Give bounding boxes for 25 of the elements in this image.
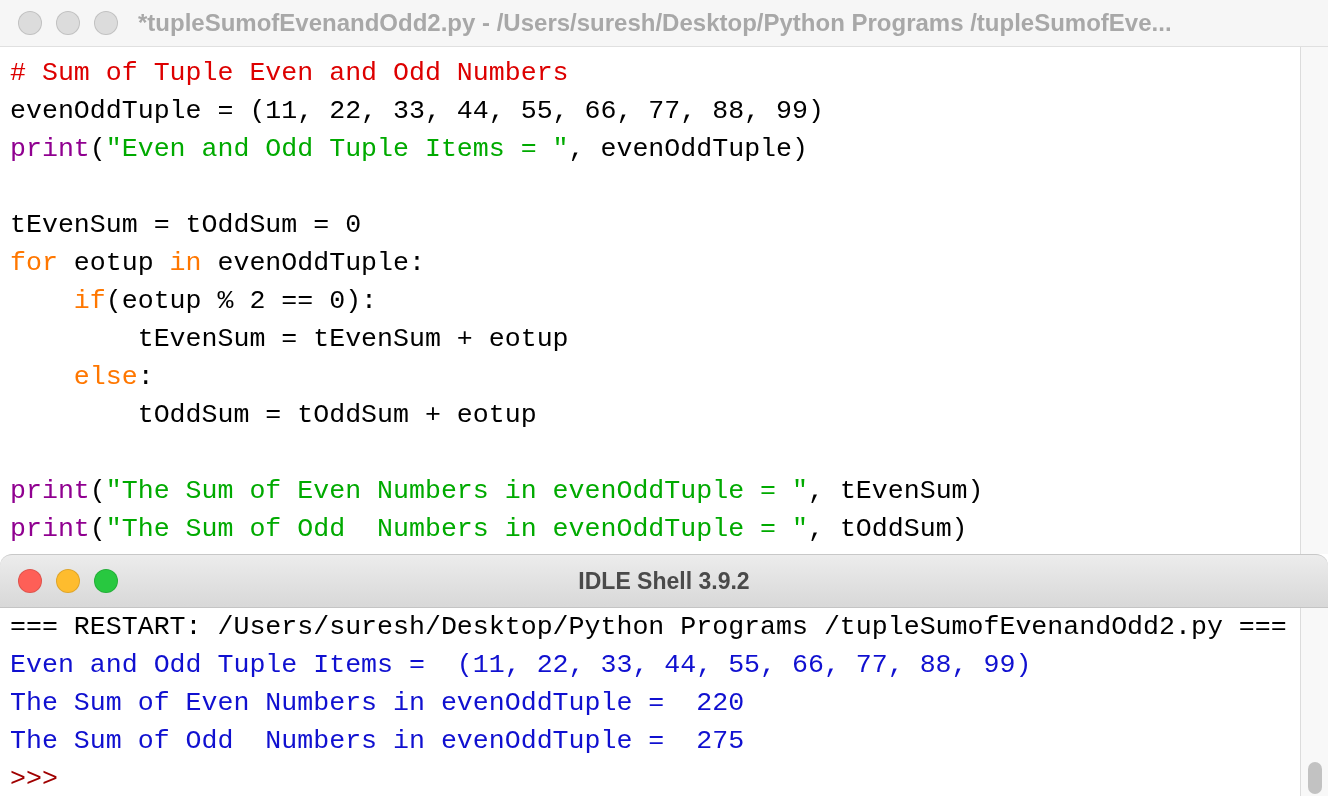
zoom-button[interactable] bbox=[94, 11, 118, 35]
code-line: for eotup in evenOddTuple: bbox=[10, 247, 425, 280]
shell-prompt: >>> bbox=[10, 763, 58, 796]
code-line: tEvenSum = tEvenSum + eotup bbox=[136, 323, 569, 356]
code-line: else: bbox=[72, 361, 154, 394]
code-line: # Sum of Tuple Even and Odd Numbers bbox=[10, 57, 569, 90]
scrollbar-thumb[interactable] bbox=[1307, 762, 1322, 794]
code-line: tOddSum = tOddSum + eotup bbox=[136, 399, 537, 432]
code-line: print("Even and Odd Tuple Items = ", evenOddTuple) bbox=[10, 133, 808, 166]
window-title: *tupleSumofEvenandOdd2.py - /Users/suresh/Desktop/Python Programs /tupleSumofEve... bbox=[138, 9, 1172, 37]
output-line: The Sum of Odd Numbers in evenOddTuple = 275 bbox=[10, 725, 745, 758]
close-button[interactable] bbox=[18, 11, 42, 35]
window-title: IDLE Shell 3.9.2 bbox=[578, 567, 750, 595]
output-line: Even and Odd Tuple Items = (11, 22, 33, 44, 55, 66, 77, 88, 99) bbox=[10, 649, 1032, 682]
code-line: print("The Sum of Even Numbers in evenOddTuple = ", tEvenSum) bbox=[10, 475, 984, 508]
output-line: The Sum of Even Numbers in evenOddTuple = 220 bbox=[10, 687, 745, 720]
code-line: print("The Sum of Odd Numbers in evenOddTuple = ", tOddSum) bbox=[10, 513, 968, 546]
code-line: evenOddTuple = (11, 22, 33, 44, 55, 66, 77, 88, 99) bbox=[10, 95, 824, 128]
minimize-button[interactable] bbox=[56, 569, 80, 593]
output-line: === RESTART: /Users/suresh/Desktop/Python Programs /tupleSumofEvenandOdd2.py === bbox=[10, 611, 1287, 644]
code-line: tEvenSum = tOddSum = 0 bbox=[10, 209, 362, 242]
zoom-button[interactable] bbox=[94, 569, 118, 593]
minimize-button[interactable] bbox=[56, 11, 80, 35]
code-line: if(eotup % 2 == 0): bbox=[72, 285, 378, 318]
close-button[interactable] bbox=[18, 569, 42, 593]
